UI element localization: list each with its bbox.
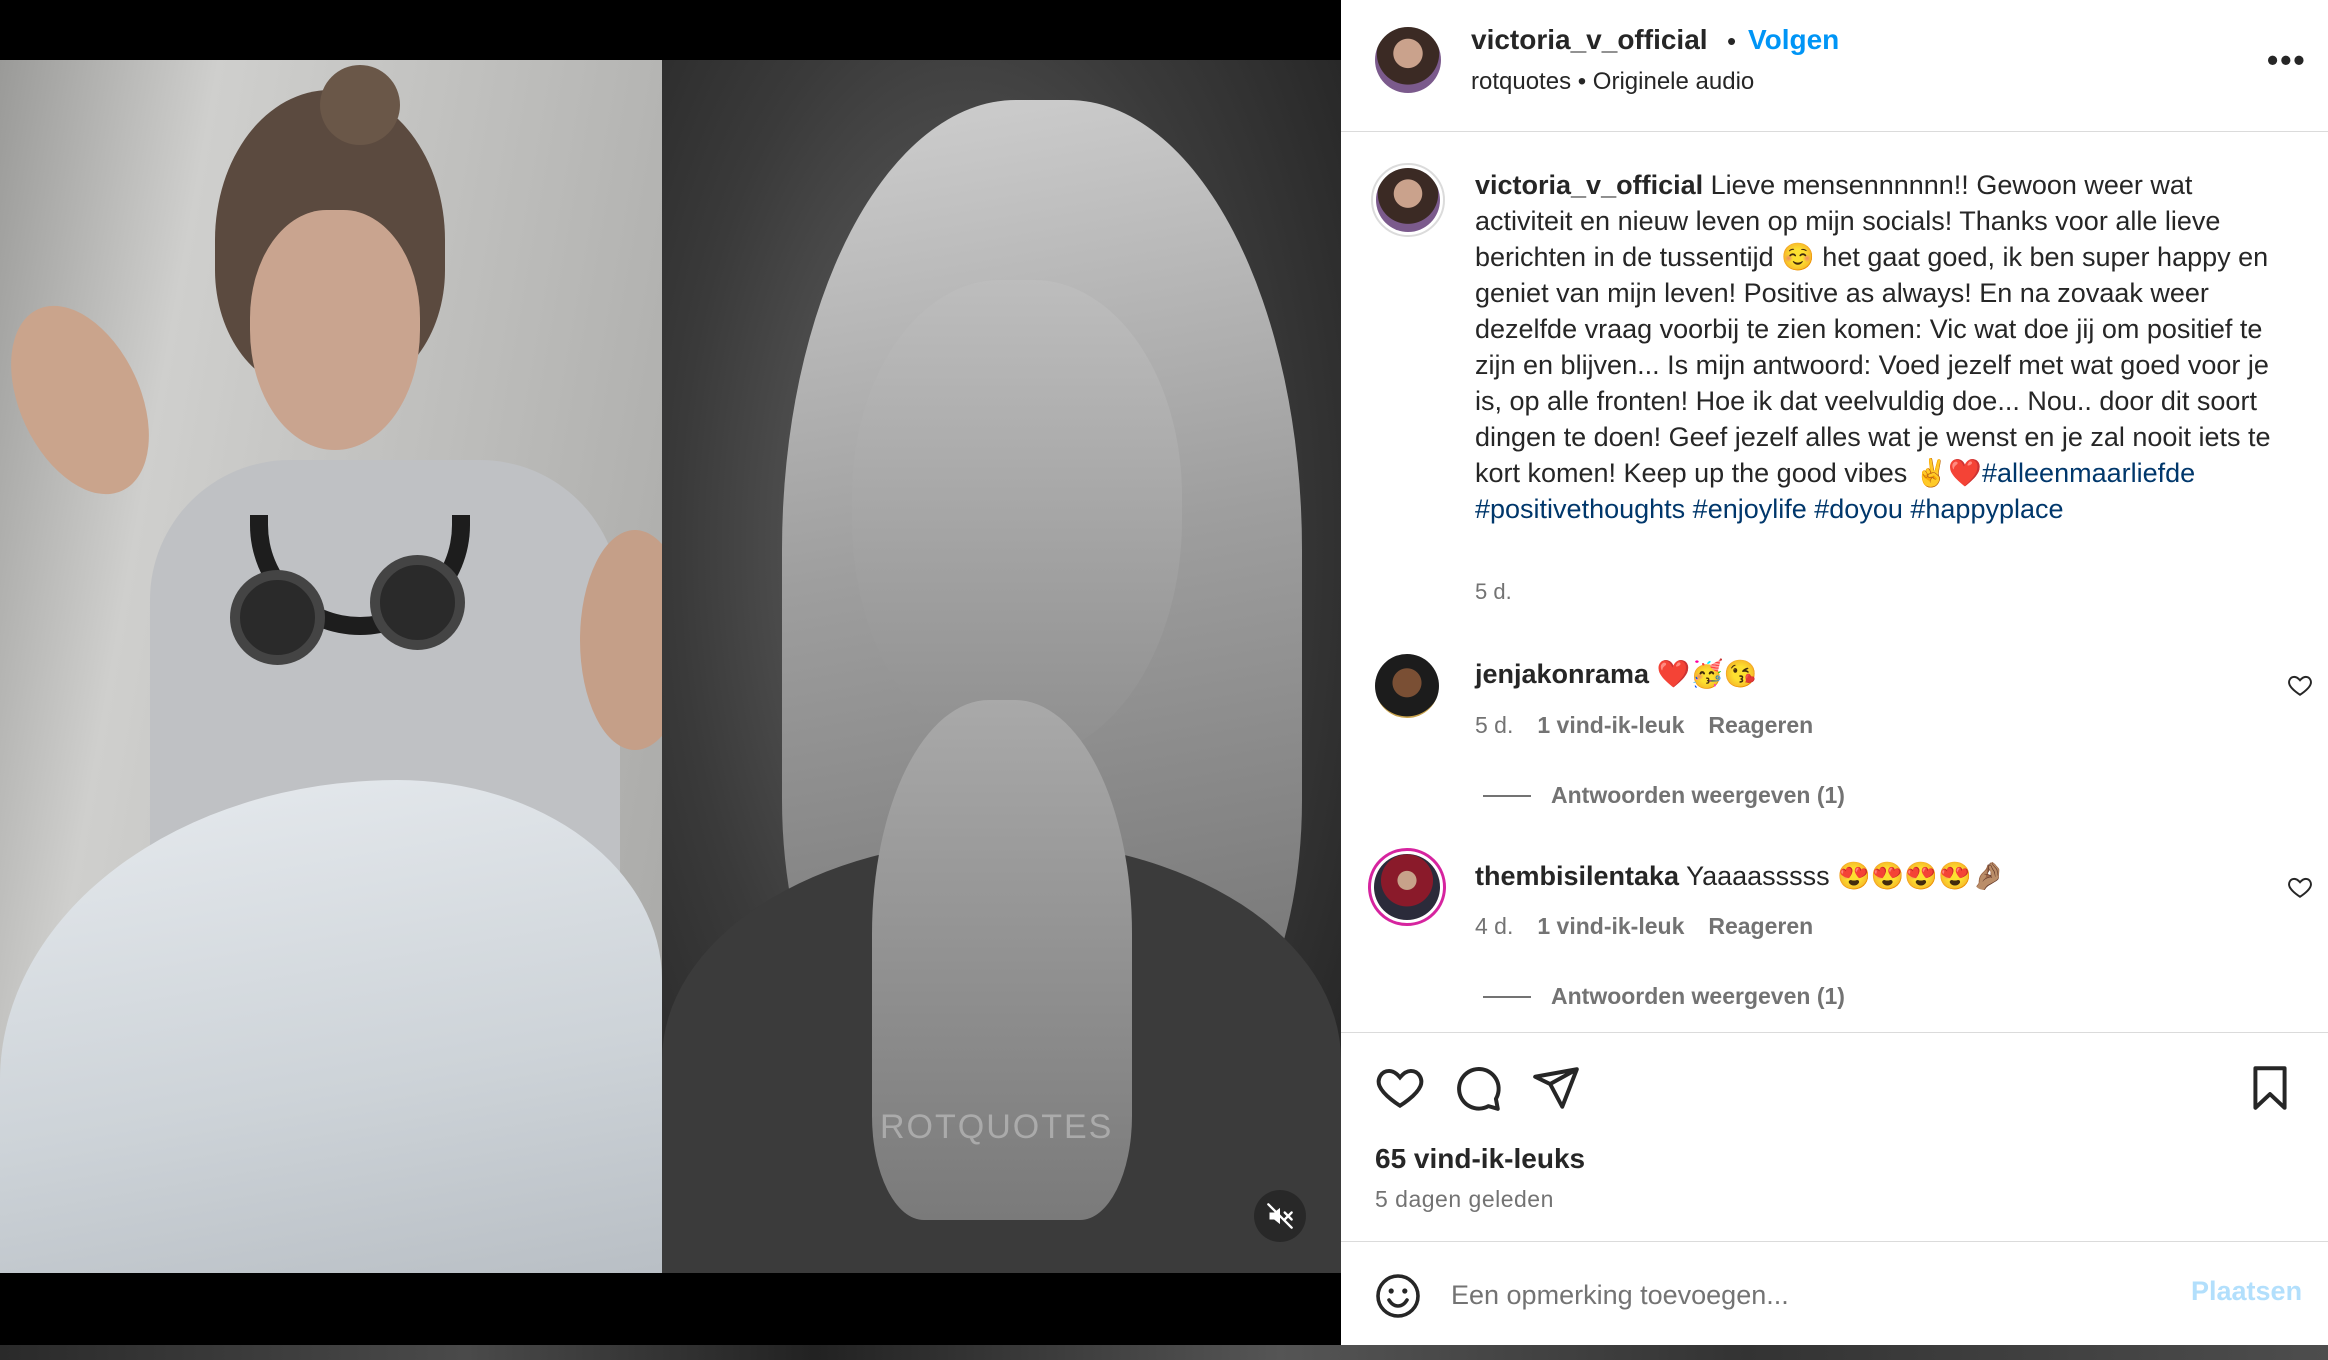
view-replies-button[interactable]: Antwoorden weergeven (1) [1483,782,1845,809]
post-media[interactable]: ROTQUOTES [0,0,1341,1360]
post-actions: 65 vind-ik-leuks 5 dagen geleden [1341,1032,2328,1241]
post-header: victoria_v_official • Volgen rotquotes •… [1341,0,2328,132]
hashtag[interactable]: #alleenmaarliefde [1982,458,2195,488]
replies-dash [1483,794,1531,797]
person-face [852,280,1182,760]
bookmark-icon[interactable] [2245,1063,2295,1113]
view-replies-label: Antwoorden weergeven (1) [1551,983,1845,1009]
send-icon[interactable] [1531,1063,1581,1113]
hashtag[interactable]: #positivethoughts [1475,494,1685,524]
commenter-username[interactable]: thembisilentaka [1475,861,1679,891]
reply-button[interactable]: Reageren [1708,913,1813,940]
post-comment-button[interactable]: Plaatsen [2191,1276,2302,1307]
caption-avatar-ring[interactable] [1371,163,1445,237]
follow-button[interactable]: Volgen [1748,24,1839,56]
commenter-username[interactable]: jenjakonrama [1475,659,1649,689]
comment-item: thembisilentaka Yaaaasssss 😍😍😍😍🤌🏽 4 d. 1… [1341,838,2328,1038]
comment-time[interactable]: 4 d. [1475,913,1513,940]
avatar [1376,168,1440,232]
headphone-cup-right [370,555,465,650]
comment-line: thembisilentaka Yaaaasssss 😍😍😍😍🤌🏽 [1475,860,2005,892]
video-watermark: ROTQUOTES [880,1108,1114,1146]
emoji-icon[interactable] [1374,1272,1422,1320]
comment-text: Yaaaasssss 😍😍😍😍🤌🏽 [1686,861,2006,891]
separator-dot: • [1727,26,1737,56]
more-options-icon[interactable]: ••• [2267,42,2307,79]
person-hair-bun [320,65,400,145]
commenter-avatar[interactable] [1375,654,1439,718]
comment-text: ❤️🥳😘 [1656,659,1758,689]
replies-dash [1483,995,1531,998]
comment-likes[interactable]: 1 vind-ik-leuk [1537,712,1684,739]
author-username[interactable]: victoria_v_official [1471,24,1708,56]
comment-meta: 5 d. 1 vind-ik-leuk Reageren [1475,712,1813,739]
volume-muted-icon [1267,1203,1293,1229]
video-frame-right: ROTQUOTES [662,60,1341,1273]
comment-line: jenjakonrama ❤️🥳😘 [1475,658,1757,690]
hashtag[interactable]: #happyplace [1910,494,2063,524]
heart-icon[interactable] [2287,874,2313,900]
avatar [1374,854,1440,920]
likes-count[interactable]: 65 vind-ik-leuks [1375,1143,1585,1175]
comment-icon[interactable] [1453,1063,1503,1113]
comment-composer: Plaatsen [1341,1241,2328,1345]
commenter-avatar[interactable] [1368,848,1446,926]
heart-icon[interactable] [1375,1063,1425,1113]
mute-button[interactable] [1254,1190,1306,1242]
hashtag[interactable]: #doyou [1814,494,1903,524]
reply-button[interactable]: Reageren [1708,712,1813,739]
background-feed-strip [0,1345,2328,1360]
video-frame-left [0,60,662,1273]
comment-item: jenjakonrama ❤️🥳😘 5 d. 1 vind-ik-leuk Re… [1341,638,2328,838]
post-details-panel: victoria_v_official • Volgen rotquotes •… [1341,0,2328,1345]
caption-username[interactable]: victoria_v_official [1475,170,1703,200]
view-replies-label: Antwoorden weergeven (1) [1551,782,1845,808]
audio-attribution[interactable]: rotquotes • Originele audio [1471,68,1754,96]
caption-text: victoria_v_official Lieve mensennnnnn!! … [1475,167,2295,527]
headphone-cup-left [230,570,325,665]
caption-timestamp[interactable]: 5 d. [1475,579,1512,605]
comment-meta: 4 d. 1 vind-ik-leuk Reageren [1475,913,1813,940]
view-replies-button[interactable]: Antwoorden weergeven (1) [1483,983,1845,1010]
avatar[interactable] [1375,27,1441,93]
heart-icon[interactable] [2287,672,2313,698]
comment-time[interactable]: 5 d. [1475,712,1513,739]
caption-body: Lieve mensennnnnn!! Gewoon weer wat acti… [1475,170,2271,488]
avatar [1375,654,1439,718]
comment-input[interactable] [1451,1264,2171,1326]
comment-likes[interactable]: 1 vind-ik-leuk [1537,913,1684,940]
post-date[interactable]: 5 dagen geleden [1375,1186,1554,1213]
person-face [250,210,420,450]
hashtag[interactable]: #enjoylife [1693,494,1807,524]
